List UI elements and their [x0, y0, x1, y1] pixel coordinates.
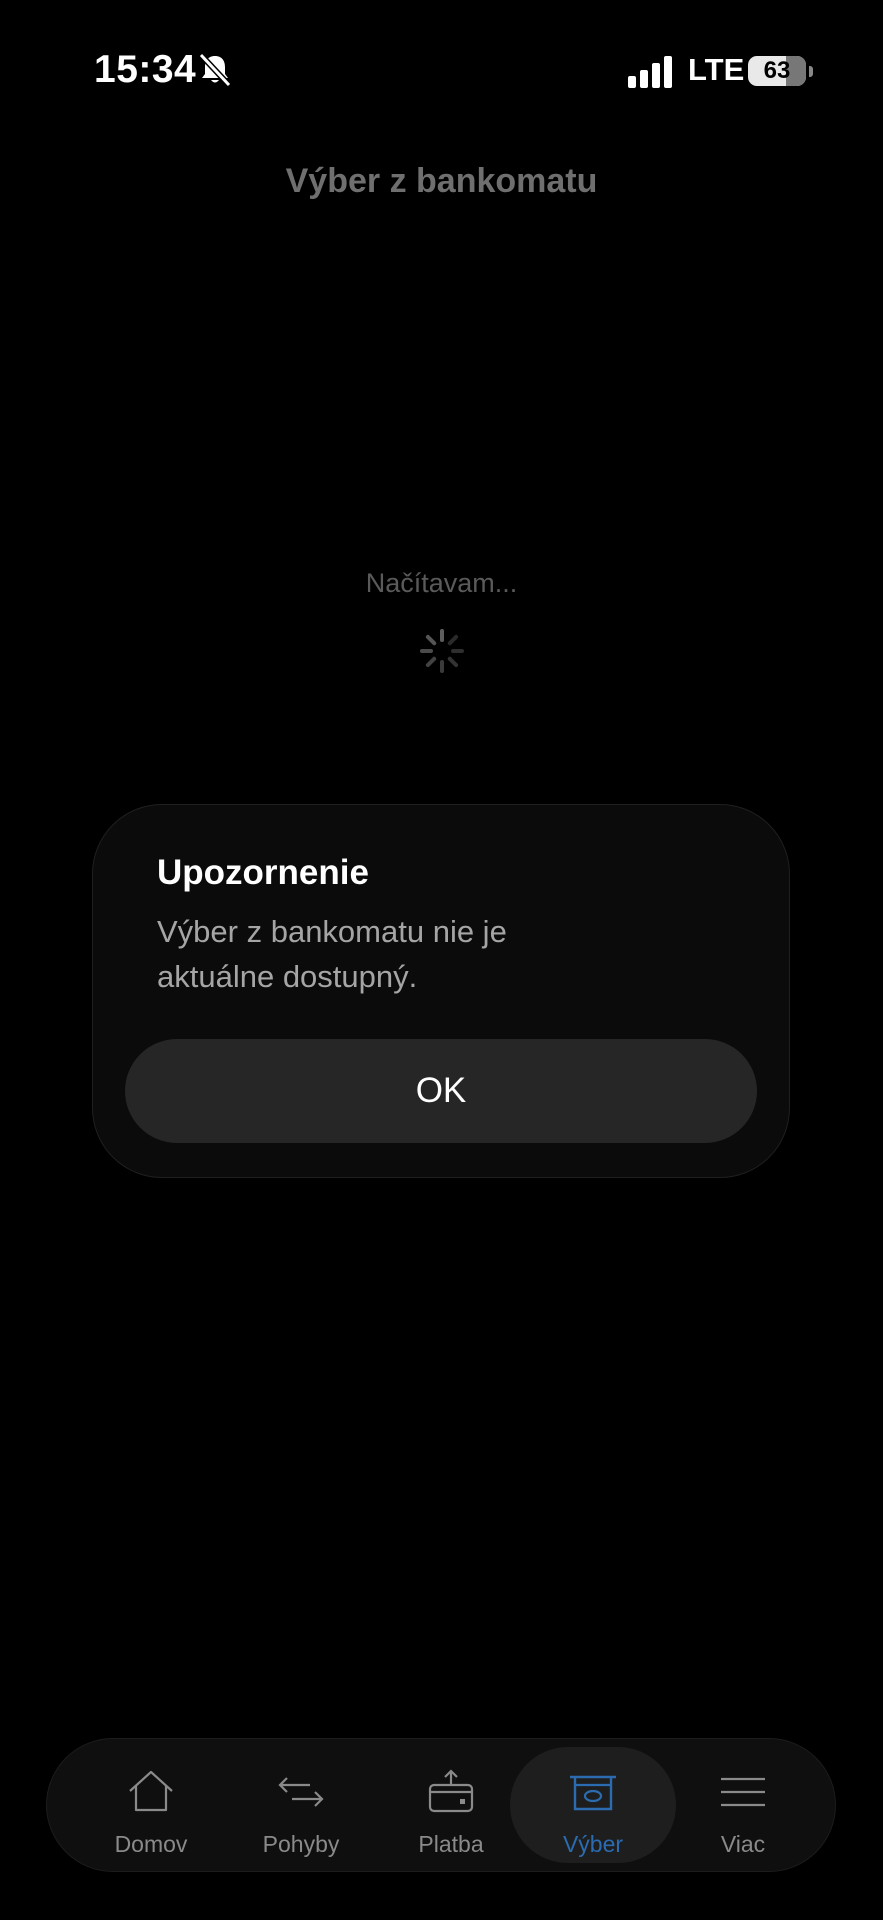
- tab-label: Pohyby: [262, 1831, 340, 1857]
- battery-level: 63: [763, 57, 791, 84]
- menu-icon: [721, 1777, 765, 1807]
- bell-muted-icon: [198, 52, 232, 88]
- tab-viac[interactable]: Viac: [660, 1747, 826, 1863]
- network-type: LTE: [688, 52, 745, 87]
- dialog-title: Upozornenie: [157, 853, 369, 892]
- ok-button[interactable]: OK: [125, 1039, 757, 1143]
- loading-spinner-icon: [420, 629, 464, 673]
- loading-text: Načítavam...: [365, 568, 518, 598]
- alert-dialog: Upozornenie Výber z bankomatu nie je akt…: [92, 804, 790, 1178]
- bottom-tab-bar: Domov Pohyby Platba Výber Viac: [46, 1738, 836, 1872]
- status-bar: 15:34 LTE 63: [0, 0, 883, 140]
- transfer-arrows-icon: [278, 1777, 324, 1807]
- tab-vyber[interactable]: Výber: [510, 1747, 676, 1863]
- page-title: Výber z bankomatu: [285, 162, 598, 200]
- tab-label: Domov: [114, 1831, 188, 1857]
- atm-withdrawal-icon: [570, 1775, 616, 1811]
- signal-icon: [628, 56, 672, 88]
- tab-domov[interactable]: Domov: [68, 1747, 234, 1863]
- home-icon: [129, 1770, 173, 1812]
- battery-icon: 63: [748, 56, 813, 86]
- tab-label: Výber: [562, 1831, 624, 1857]
- tab-label: Viac: [720, 1831, 766, 1857]
- tab-pohyby[interactable]: Pohyby: [218, 1747, 384, 1863]
- dialog-message: Výber z bankomatu nie je aktuálne dostup…: [157, 914, 507, 994]
- status-time: 15:34: [94, 48, 197, 91]
- payment-wallet-icon: [428, 1769, 474, 1813]
